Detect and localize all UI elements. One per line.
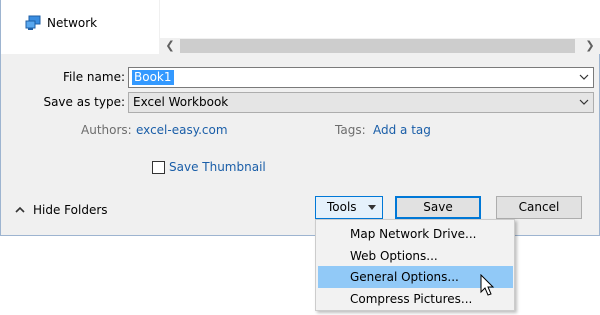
save-thumbnail-label[interactable]: Save Thumbnail — [169, 160, 266, 174]
chevron-down-icon[interactable] — [579, 96, 589, 108]
savetype-label: Save as type: — [43, 95, 125, 109]
horizontal-scrollbar[interactable]: ❮ ❯ — [160, 38, 600, 54]
savetype-value: Excel Workbook — [133, 95, 229, 109]
scroll-left-icon[interactable]: ❮ — [162, 38, 178, 54]
filename-field[interactable]: Book1 — [128, 67, 594, 88]
authors-label: Authors: — [81, 123, 132, 137]
navigation-pane: Network — [1, 0, 159, 54]
authors-value[interactable]: excel-easy.com — [136, 122, 228, 138]
savetype-select[interactable]: Excel Workbook — [128, 92, 594, 113]
menu-item-web-options[interactable]: Web Options... — [318, 245, 513, 267]
nav-item-network[interactable]: Network — [25, 14, 97, 32]
tools-button-label: Tools — [327, 200, 357, 214]
caret-down-icon — [368, 205, 376, 210]
tools-button[interactable]: Tools — [315, 196, 383, 219]
hide-folders-button[interactable]: Hide Folders — [15, 203, 108, 217]
nav-item-network-label: Network — [47, 16, 98, 30]
checkbox-box[interactable] — [152, 160, 165, 174]
cancel-button[interactable]: Cancel — [496, 196, 582, 219]
save-button[interactable]: Save — [395, 196, 481, 219]
menu-item-map-network-drive[interactable]: Map Network Drive... — [318, 223, 513, 245]
tags-value[interactable]: Add a tag — [373, 122, 431, 138]
chevron-up-icon — [15, 206, 25, 213]
chevron-down-icon[interactable] — [579, 71, 589, 83]
filename-value[interactable]: Book1 — [132, 70, 174, 85]
mouse-pointer-icon — [480, 274, 495, 296]
scroll-right-icon[interactable]: ❯ — [582, 38, 598, 54]
save-thumbnail-checkbox[interactable]: Save Thumbnail — [152, 160, 266, 174]
filename-label: File name: — [63, 70, 125, 84]
save-as-dialog: Network ❮ ❯ File name: Book1 Save as typ… — [0, 0, 600, 236]
hide-folders-label: Hide Folders — [33, 203, 108, 217]
network-icon — [25, 15, 41, 30]
scrollbar-thumb[interactable] — [180, 39, 575, 53]
tags-label: Tags: — [335, 123, 366, 137]
